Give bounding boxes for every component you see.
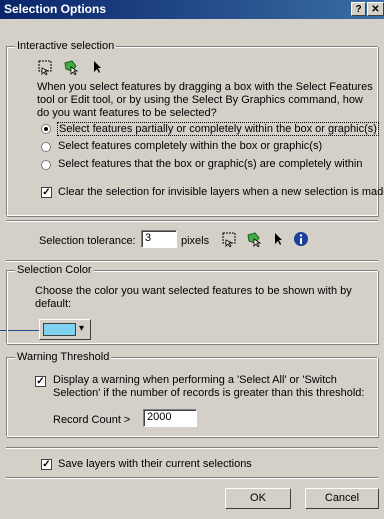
option-completely-label: Select features completely within the bo… (58, 140, 323, 152)
option-partial-label: Select features partially or completely … (57, 122, 379, 136)
color-picker-button[interactable]: ▾ (39, 319, 91, 340)
select-features-tool-icon (38, 60, 52, 75)
divider (6, 477, 378, 479)
radio-completely-within[interactable] (41, 142, 51, 152)
ok-button[interactable]: OK (225, 488, 291, 509)
cancel-button[interactable]: Cancel (305, 488, 379, 509)
interactive-selection-group: Interactive selection When you select fe… (6, 40, 384, 216)
title-bar: Selection Options ? ✕ (0, 0, 384, 19)
chevron-down-icon: ▾ (79, 323, 85, 334)
save-selections-label: Save layers with their current selection… (58, 458, 252, 470)
arrow-pointer-icon (275, 233, 282, 245)
selection-color-description: Choose the color you want selected featu… (35, 285, 352, 310)
select-features-tool-icon (222, 232, 236, 247)
color-swatch (43, 323, 76, 336)
divider (6, 447, 378, 449)
selection-tolerance-input[interactable]: 3 (141, 230, 177, 248)
record-count-input[interactable]: 2000 (143, 409, 197, 427)
select-by-graphics-icon (64, 60, 79, 75)
tolerance-units-label: pixels (181, 235, 210, 247)
warning-threshold-group: Warning Threshold ✓ Display a warning wh… (6, 351, 378, 437)
info-icon (294, 232, 308, 246)
interactive-selection-legend: Interactive selection (15, 40, 117, 52)
display-warning-label: Display a warning when performing a 'Sel… (53, 374, 365, 399)
divider (6, 260, 378, 262)
close-button[interactable]: ✕ (367, 2, 384, 16)
interactive-description: When you select features by dragging a b… (37, 81, 373, 119)
divider (6, 220, 378, 222)
option-within-label: Select features that the box or graphic(… (58, 158, 363, 170)
select-by-graphics-icon (247, 232, 262, 247)
selection-tolerance-label: Selection tolerance: (39, 235, 136, 247)
arrow-pointer-icon (94, 61, 101, 73)
clear-selection-checkbox[interactable]: ✓ (41, 187, 52, 198)
selection-color-legend: Selection Color (15, 264, 94, 276)
selection-options-dialog: Selection Options ? ✕ Interactive select… (0, 0, 384, 519)
radio-partial-or-complete[interactable] (41, 124, 51, 134)
display-warning-checkbox[interactable]: ✓ (35, 376, 46, 387)
help-button[interactable]: ? (351, 2, 366, 16)
record-count-label: Record Count > (53, 414, 131, 426)
window-title: Selection Options (4, 2, 107, 16)
radio-box-within-features[interactable] (41, 160, 51, 170)
selection-color-group: Selection Color Choose the color you wan… (6, 264, 378, 344)
warning-threshold-legend: Warning Threshold (15, 351, 112, 363)
clear-selection-label: Clear the selection for invisible layers… (58, 186, 384, 198)
save-selections-checkbox[interactable]: ✓ (41, 459, 52, 470)
